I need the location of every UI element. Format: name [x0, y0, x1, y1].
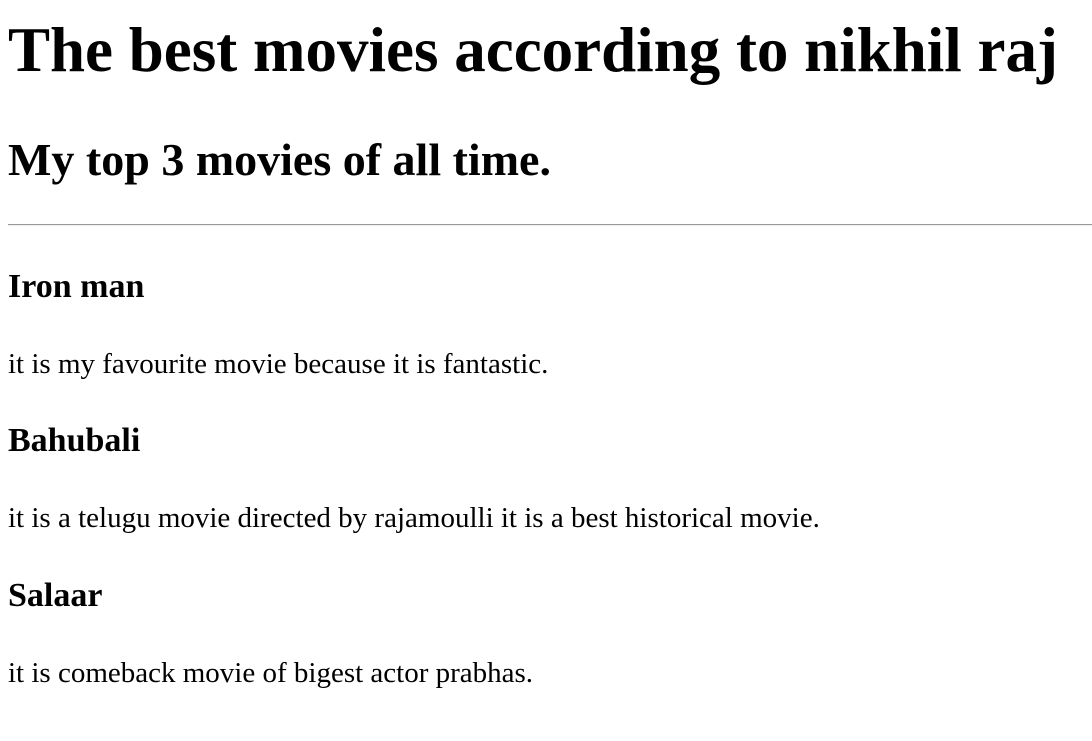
page-subtitle: My top 3 movies of all time. — [8, 134, 551, 185]
movie-description-bahubali: it is a telugu movie directed by rajamou… — [8, 502, 820, 534]
movie-title-iron-man: Iron man — [8, 268, 145, 305]
divider — [8, 224, 1092, 226]
movie-description-iron-man: it is my favourite movie because it is f… — [8, 348, 549, 380]
page-title: The best movies according to nikhil raj — [8, 15, 1058, 85]
movie-description-salaar: it is comeback movie of bigest actor pra… — [8, 657, 534, 689]
movie-title-bahubali: Bahubali — [8, 422, 141, 459]
movie-title-salaar: Salaar — [8, 577, 103, 614]
page-content: The best movies according to nikhil raj … — [0, 0, 1092, 741]
